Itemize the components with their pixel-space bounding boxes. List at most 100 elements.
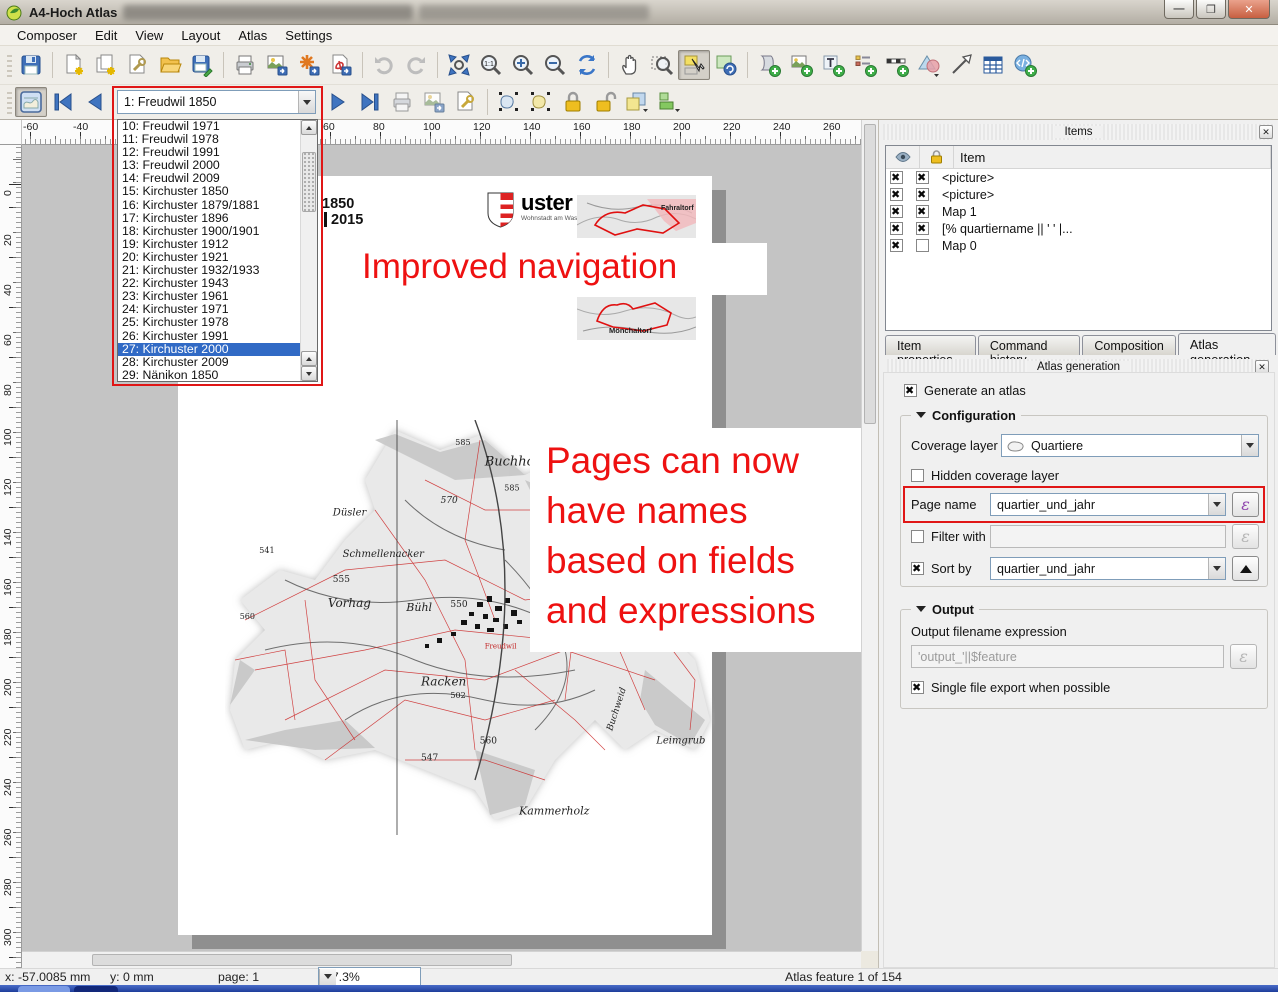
add-arrow-button[interactable] bbox=[945, 50, 977, 80]
dropdown-item[interactable]: 19: Kirchuster 1912 bbox=[118, 238, 317, 251]
visibility-checkbox[interactable] bbox=[890, 188, 903, 201]
filter-input[interactable] bbox=[990, 525, 1226, 548]
menu-item[interactable]: Layout bbox=[172, 26, 229, 45]
table-row[interactable]: Map 0 bbox=[886, 237, 1271, 254]
menu-item[interactable]: Edit bbox=[86, 26, 126, 45]
table-row[interactable]: <picture> bbox=[886, 169, 1271, 186]
next-feature-button[interactable] bbox=[322, 87, 354, 117]
export-pdf-button[interactable] bbox=[325, 50, 357, 80]
menu-item[interactable]: Atlas bbox=[229, 26, 276, 45]
item-column-header[interactable]: Item bbox=[954, 146, 1271, 168]
dropdown-scrollbar[interactable] bbox=[300, 120, 317, 381]
combo-dropdown-button[interactable] bbox=[1241, 435, 1258, 456]
add-map-button[interactable] bbox=[753, 50, 785, 80]
add-legend-button[interactable] bbox=[849, 50, 881, 80]
lock-checkbox[interactable] bbox=[916, 239, 929, 252]
panel-tab[interactable]: Item properties bbox=[885, 335, 976, 355]
output-group-title[interactable]: Output bbox=[911, 601, 979, 617]
zoom-in-button[interactable] bbox=[507, 50, 539, 80]
lock-checkbox[interactable] bbox=[916, 205, 929, 218]
dropdown-item[interactable]: 16: Kirchuster 1879/1881 bbox=[118, 199, 317, 212]
add-scalebar-button[interactable] bbox=[881, 50, 913, 80]
export-atlas-button[interactable] bbox=[418, 87, 450, 117]
hidden-coverage-checkbox[interactable] bbox=[911, 469, 924, 482]
raise-items-button[interactable] bbox=[621, 87, 653, 117]
print-button[interactable] bbox=[229, 50, 261, 80]
panel-tab[interactable]: Command history bbox=[978, 335, 1081, 355]
dropdown-item[interactable]: 17: Kirchuster 1896 bbox=[118, 212, 317, 225]
add-image-button[interactable] bbox=[785, 50, 817, 80]
horizontal-scrollbar-thumb[interactable] bbox=[92, 954, 512, 966]
atlas-preview-button[interactable] bbox=[15, 87, 47, 117]
sort-checkbox[interactable] bbox=[911, 562, 924, 575]
duplicate-composition-button[interactable] bbox=[90, 50, 122, 80]
scroll-up-button[interactable] bbox=[301, 120, 317, 135]
new-composition-button[interactable] bbox=[58, 50, 90, 80]
dropdown-item[interactable]: 25: Kirchuster 1978 bbox=[118, 316, 317, 329]
add-label-button[interactable] bbox=[817, 50, 849, 80]
sort-direction-button[interactable] bbox=[1232, 556, 1259, 581]
single-file-checkbox[interactable] bbox=[911, 681, 924, 694]
visibility-checkbox[interactable] bbox=[890, 239, 903, 252]
atlas-settings-button[interactable] bbox=[450, 87, 482, 117]
combo-dropdown-button[interactable] bbox=[1208, 558, 1225, 579]
composition-manager-button[interactable] bbox=[122, 50, 154, 80]
overview-map-thumbnail-1[interactable]: Fahraltorf bbox=[577, 195, 696, 238]
add-attribute-table-button[interactable] bbox=[977, 50, 1009, 80]
undo-button[interactable] bbox=[368, 50, 400, 80]
add-html-button[interactable] bbox=[1009, 50, 1041, 80]
table-row[interactable]: Map 1 bbox=[886, 203, 1271, 220]
visibility-checkbox[interactable] bbox=[890, 171, 903, 184]
dropdown-item[interactable]: 29: Nänikon 1850 bbox=[118, 369, 317, 382]
pan-button[interactable] bbox=[614, 50, 646, 80]
configuration-group-title[interactable]: Configuration bbox=[911, 407, 1021, 423]
first-feature-button[interactable] bbox=[47, 87, 79, 117]
scrollbar-thumb[interactable] bbox=[302, 152, 316, 212]
add-shape-button[interactable] bbox=[913, 50, 945, 80]
coverage-layer-combobox[interactable]: Quartiere bbox=[1001, 434, 1259, 457]
open-button[interactable] bbox=[154, 50, 186, 80]
output-filename-input[interactable]: 'output_'||$feature bbox=[911, 645, 1224, 668]
toolbar-grip[interactable] bbox=[7, 90, 12, 114]
page-name-combobox[interactable]: quartier_und_jahr bbox=[990, 493, 1226, 516]
previous-feature-button[interactable] bbox=[79, 87, 111, 117]
canvas-vertical-scrollbar[interactable] bbox=[861, 120, 878, 951]
combo-dropdown-button[interactable] bbox=[319, 969, 336, 986]
panel-tab[interactable]: Atlas generation bbox=[1178, 333, 1276, 355]
toolbar-grip[interactable] bbox=[7, 53, 12, 77]
page-name-expression-button[interactable]: ε bbox=[1232, 492, 1259, 517]
redo-button[interactable] bbox=[400, 50, 432, 80]
dropdown-item[interactable]: 15: Kirchuster 1850 bbox=[118, 185, 317, 198]
panel-tab[interactable]: Composition bbox=[1082, 335, 1175, 355]
export-svg-button[interactable] bbox=[293, 50, 325, 80]
visibility-column-header[interactable] bbox=[886, 146, 920, 168]
ungroup-items-button[interactable] bbox=[525, 87, 557, 117]
select-move-item-button[interactable] bbox=[678, 50, 710, 80]
lock-checkbox[interactable] bbox=[916, 222, 929, 235]
export-image-button[interactable] bbox=[261, 50, 293, 80]
dropdown-item[interactable]: 26: Kirchuster 1991 bbox=[118, 330, 317, 343]
save-as-template-button[interactable] bbox=[186, 50, 218, 80]
scroll-down-button[interactable] bbox=[301, 366, 317, 381]
zoom-actual-button[interactable]: 1:1 bbox=[475, 50, 507, 80]
combo-dropdown-button[interactable] bbox=[1208, 494, 1225, 515]
table-row[interactable]: [% quartiername || ' ' |... bbox=[886, 220, 1271, 237]
overview-map-thumbnail-2[interactable]: Mönchaltorf bbox=[577, 297, 696, 340]
table-row[interactable]: <picture> bbox=[886, 186, 1271, 203]
dropdown-item[interactable]: 18: Kirchuster 1900/1901 bbox=[118, 225, 317, 238]
restore-button[interactable]: ❐ bbox=[1196, 0, 1226, 19]
vertical-scrollbar-thumb[interactable] bbox=[864, 124, 876, 424]
last-feature-button[interactable] bbox=[354, 87, 386, 117]
dropdown-item[interactable]: 27: Kirchuster 2000 bbox=[118, 343, 317, 356]
scroll-up-button-2[interactable] bbox=[301, 351, 317, 366]
menu-item[interactable]: Composer bbox=[8, 26, 86, 45]
unlock-items-button[interactable] bbox=[589, 87, 621, 117]
combo-dropdown-button[interactable] bbox=[298, 91, 315, 113]
zoom-out-button[interactable] bbox=[539, 50, 571, 80]
dropdown-item[interactable]: 28: Kirchuster 2009 bbox=[118, 356, 317, 369]
lock-checkbox[interactable] bbox=[916, 188, 929, 201]
minimize-button[interactable]: — bbox=[1164, 0, 1194, 19]
generate-atlas-checkbox[interactable] bbox=[904, 384, 917, 397]
align-items-button[interactable] bbox=[653, 87, 685, 117]
atlas-feature-dropdown-list[interactable]: 10: Freudwil 197111: Freudwil 197812: Fr… bbox=[117, 119, 318, 382]
